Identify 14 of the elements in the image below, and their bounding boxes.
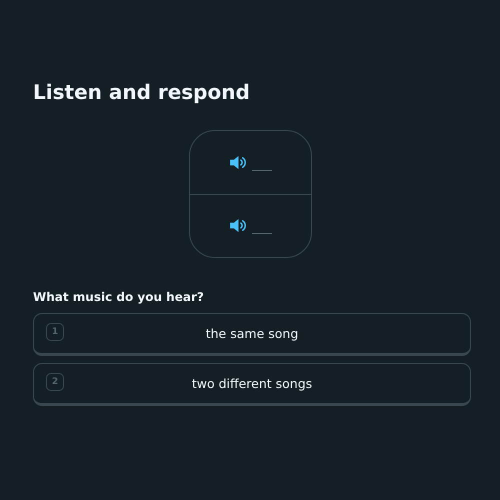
blank-line (252, 170, 272, 171)
question-text: What music do you hear? (33, 290, 205, 304)
play-audio-button[interactable] (228, 218, 248, 234)
play-audio-button[interactable] (228, 154, 248, 170)
speaker-icon (230, 156, 246, 169)
option-label: two different songs (192, 376, 312, 391)
page-title: Listen and respond (33, 80, 251, 104)
shortcut-key: 1 (46, 323, 64, 341)
option-label: the same song (206, 326, 298, 341)
answer-option[interactable]: 2 two different songs (33, 363, 471, 406)
blank-line (252, 233, 272, 234)
speaker-icon (230, 219, 246, 232)
answer-option[interactable]: 1 the same song (33, 313, 471, 356)
shortcut-key: 2 (46, 373, 64, 391)
